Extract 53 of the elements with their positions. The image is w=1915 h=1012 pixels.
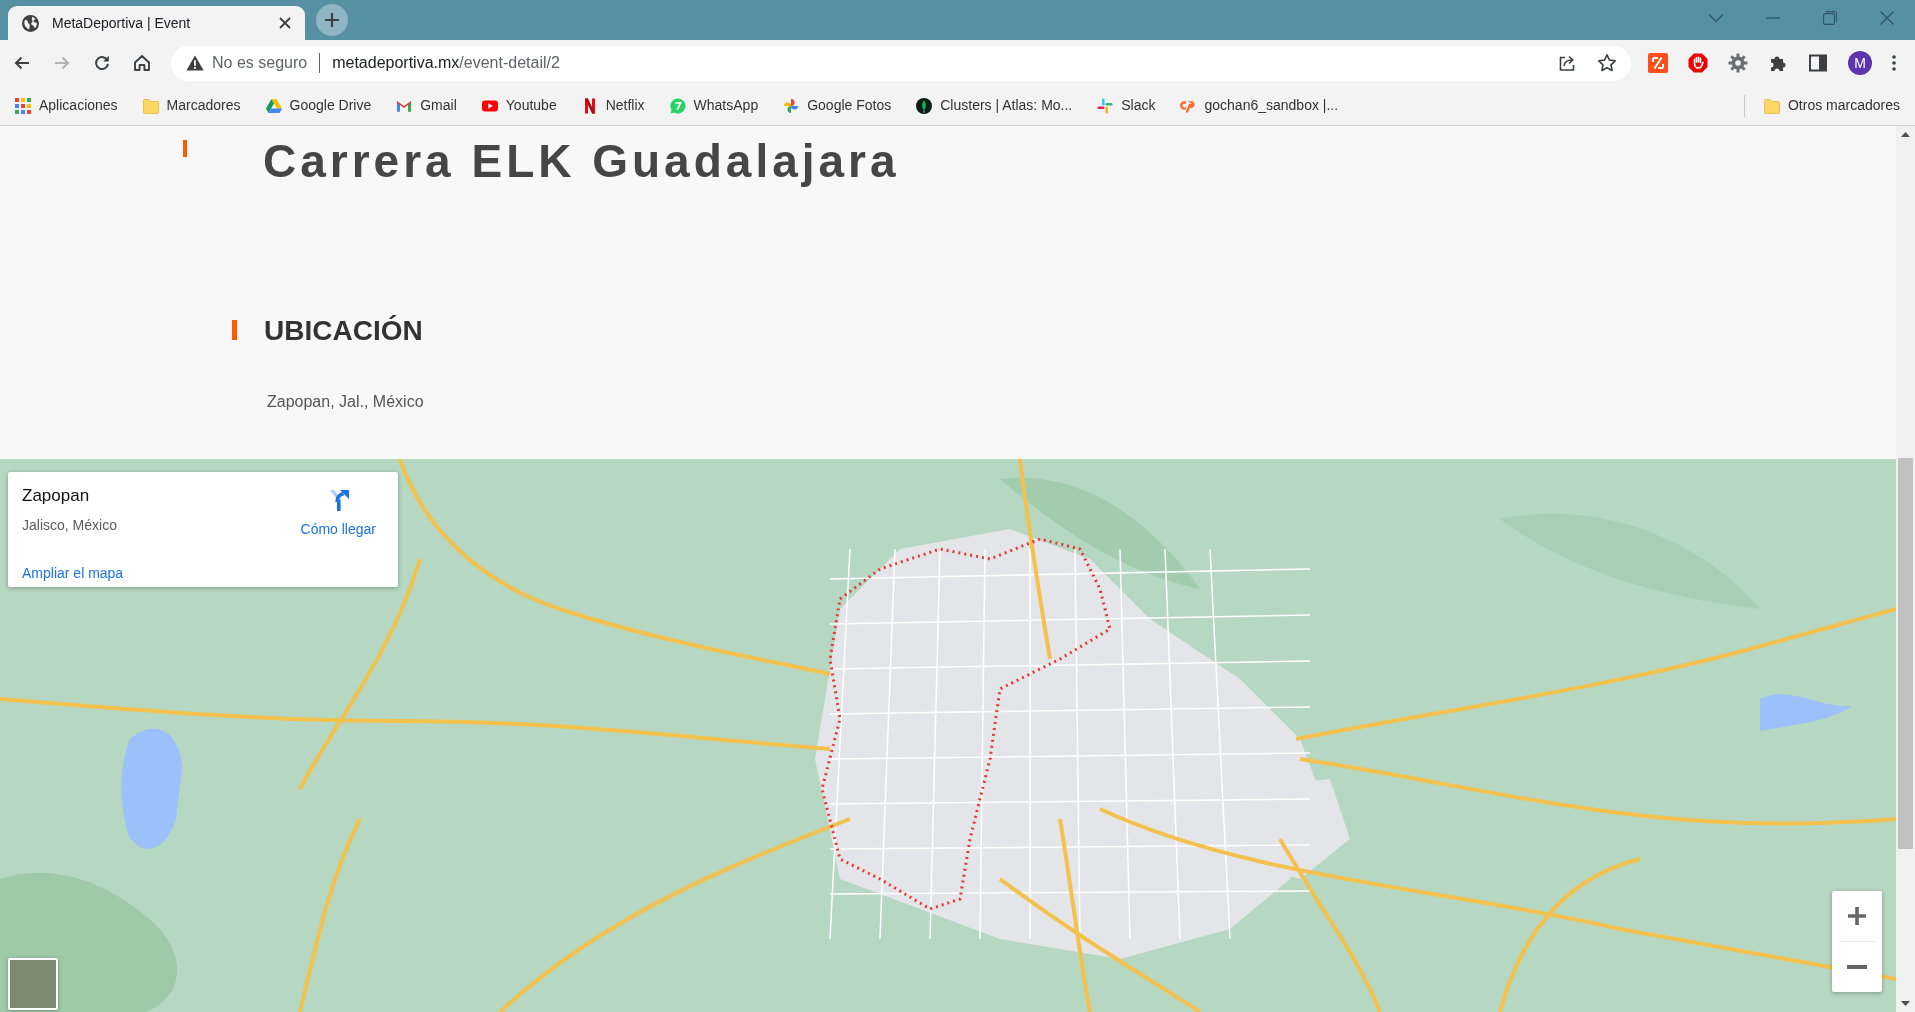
accent-bar: [183, 140, 187, 157]
grid-icon: [15, 97, 31, 114]
globe-icon: [22, 14, 39, 32]
chat-bubble-icon: [669, 97, 686, 114]
menu-icon[interactable]: [1892, 55, 1896, 71]
bookmark-item[interactable]: Clusters | Atlas: Mo...: [910, 95, 1079, 116]
close-icon[interactable]: [277, 15, 293, 31]
bookmark-item[interactable]: Google Fotos: [777, 95, 898, 116]
minus-icon: [1847, 965, 1867, 969]
section-heading: UBICACIÓN: [264, 313, 423, 348]
scrollbar-thumb[interactable]: [1898, 458, 1913, 849]
leaf-icon: [916, 97, 933, 114]
place-name: Zapopan: [22, 486, 90, 507]
reload-icon[interactable]: [92, 53, 112, 73]
url-text: metadeportiva.mx/event-detail/2: [332, 53, 561, 73]
gear-icon[interactable]: [1728, 53, 1748, 73]
enlarge-map-link[interactable]: Ampliar el mapa: [22, 563, 124, 585]
star-icon[interactable]: [1597, 53, 1617, 73]
bookmark-item[interactable]: Youtube: [475, 95, 563, 116]
caret-up-icon[interactable]: [1901, 132, 1910, 137]
browser-tab[interactable]: MetaDeportiva | Event: [8, 6, 305, 40]
bookmark-item[interactable]: WhatsApp: [663, 95, 765, 116]
warning-icon[interactable]: [186, 55, 204, 71]
pinwheel-icon: [783, 97, 800, 114]
address-text: Zapopan, Jal., México: [267, 392, 425, 413]
bookmark-item[interactable]: Aplicaciones: [9, 95, 124, 116]
security-label[interactable]: No es seguro: [212, 51, 308, 75]
photo-placeholder[interactable]: [8, 958, 58, 1010]
bookmark-item[interactable]: Gmail: [390, 95, 463, 116]
bookmark-item[interactable]: Netflix: [575, 95, 651, 116]
triangle-icon: [265, 97, 282, 114]
stop-sign-icon[interactable]: [1688, 53, 1708, 73]
directions-link[interactable]: Cómo llegar: [300, 486, 376, 540]
folder-icon: [142, 97, 159, 114]
bookmark-item[interactable]: Otros marcadores: [1757, 95, 1906, 116]
hash-icon: [1097, 97, 1114, 114]
folder-icon: [1763, 97, 1780, 114]
profile-avatar[interactable]: M: [1848, 51, 1872, 75]
square-logo-icon[interactable]: [1648, 53, 1668, 73]
bookmark-item[interactable]: Slack: [1091, 95, 1162, 116]
home-icon[interactable]: [132, 53, 152, 73]
side-panel-icon[interactable]: [1808, 53, 1828, 73]
caret-down-icon[interactable]: [1901, 1001, 1910, 1006]
address-bar[interactable]: No es seguro metadeportiva.mx/event-detail/2: [171, 45, 1631, 81]
plus-icon: [1847, 906, 1867, 926]
page-title: Carrera ELK Guadalajara: [263, 135, 900, 188]
accent-bar: [232, 319, 237, 340]
place-region: Jalisco, México: [22, 516, 117, 536]
plus-icon[interactable]: [316, 4, 348, 36]
share-icon[interactable]: [1557, 53, 1577, 73]
bookmark-item[interactable]: Marcadores: [136, 95, 247, 116]
bookmark-item[interactable]: gochan6_sandbox |...: [1174, 95, 1345, 116]
bookmark-item[interactable]: Google Drive: [259, 95, 378, 116]
